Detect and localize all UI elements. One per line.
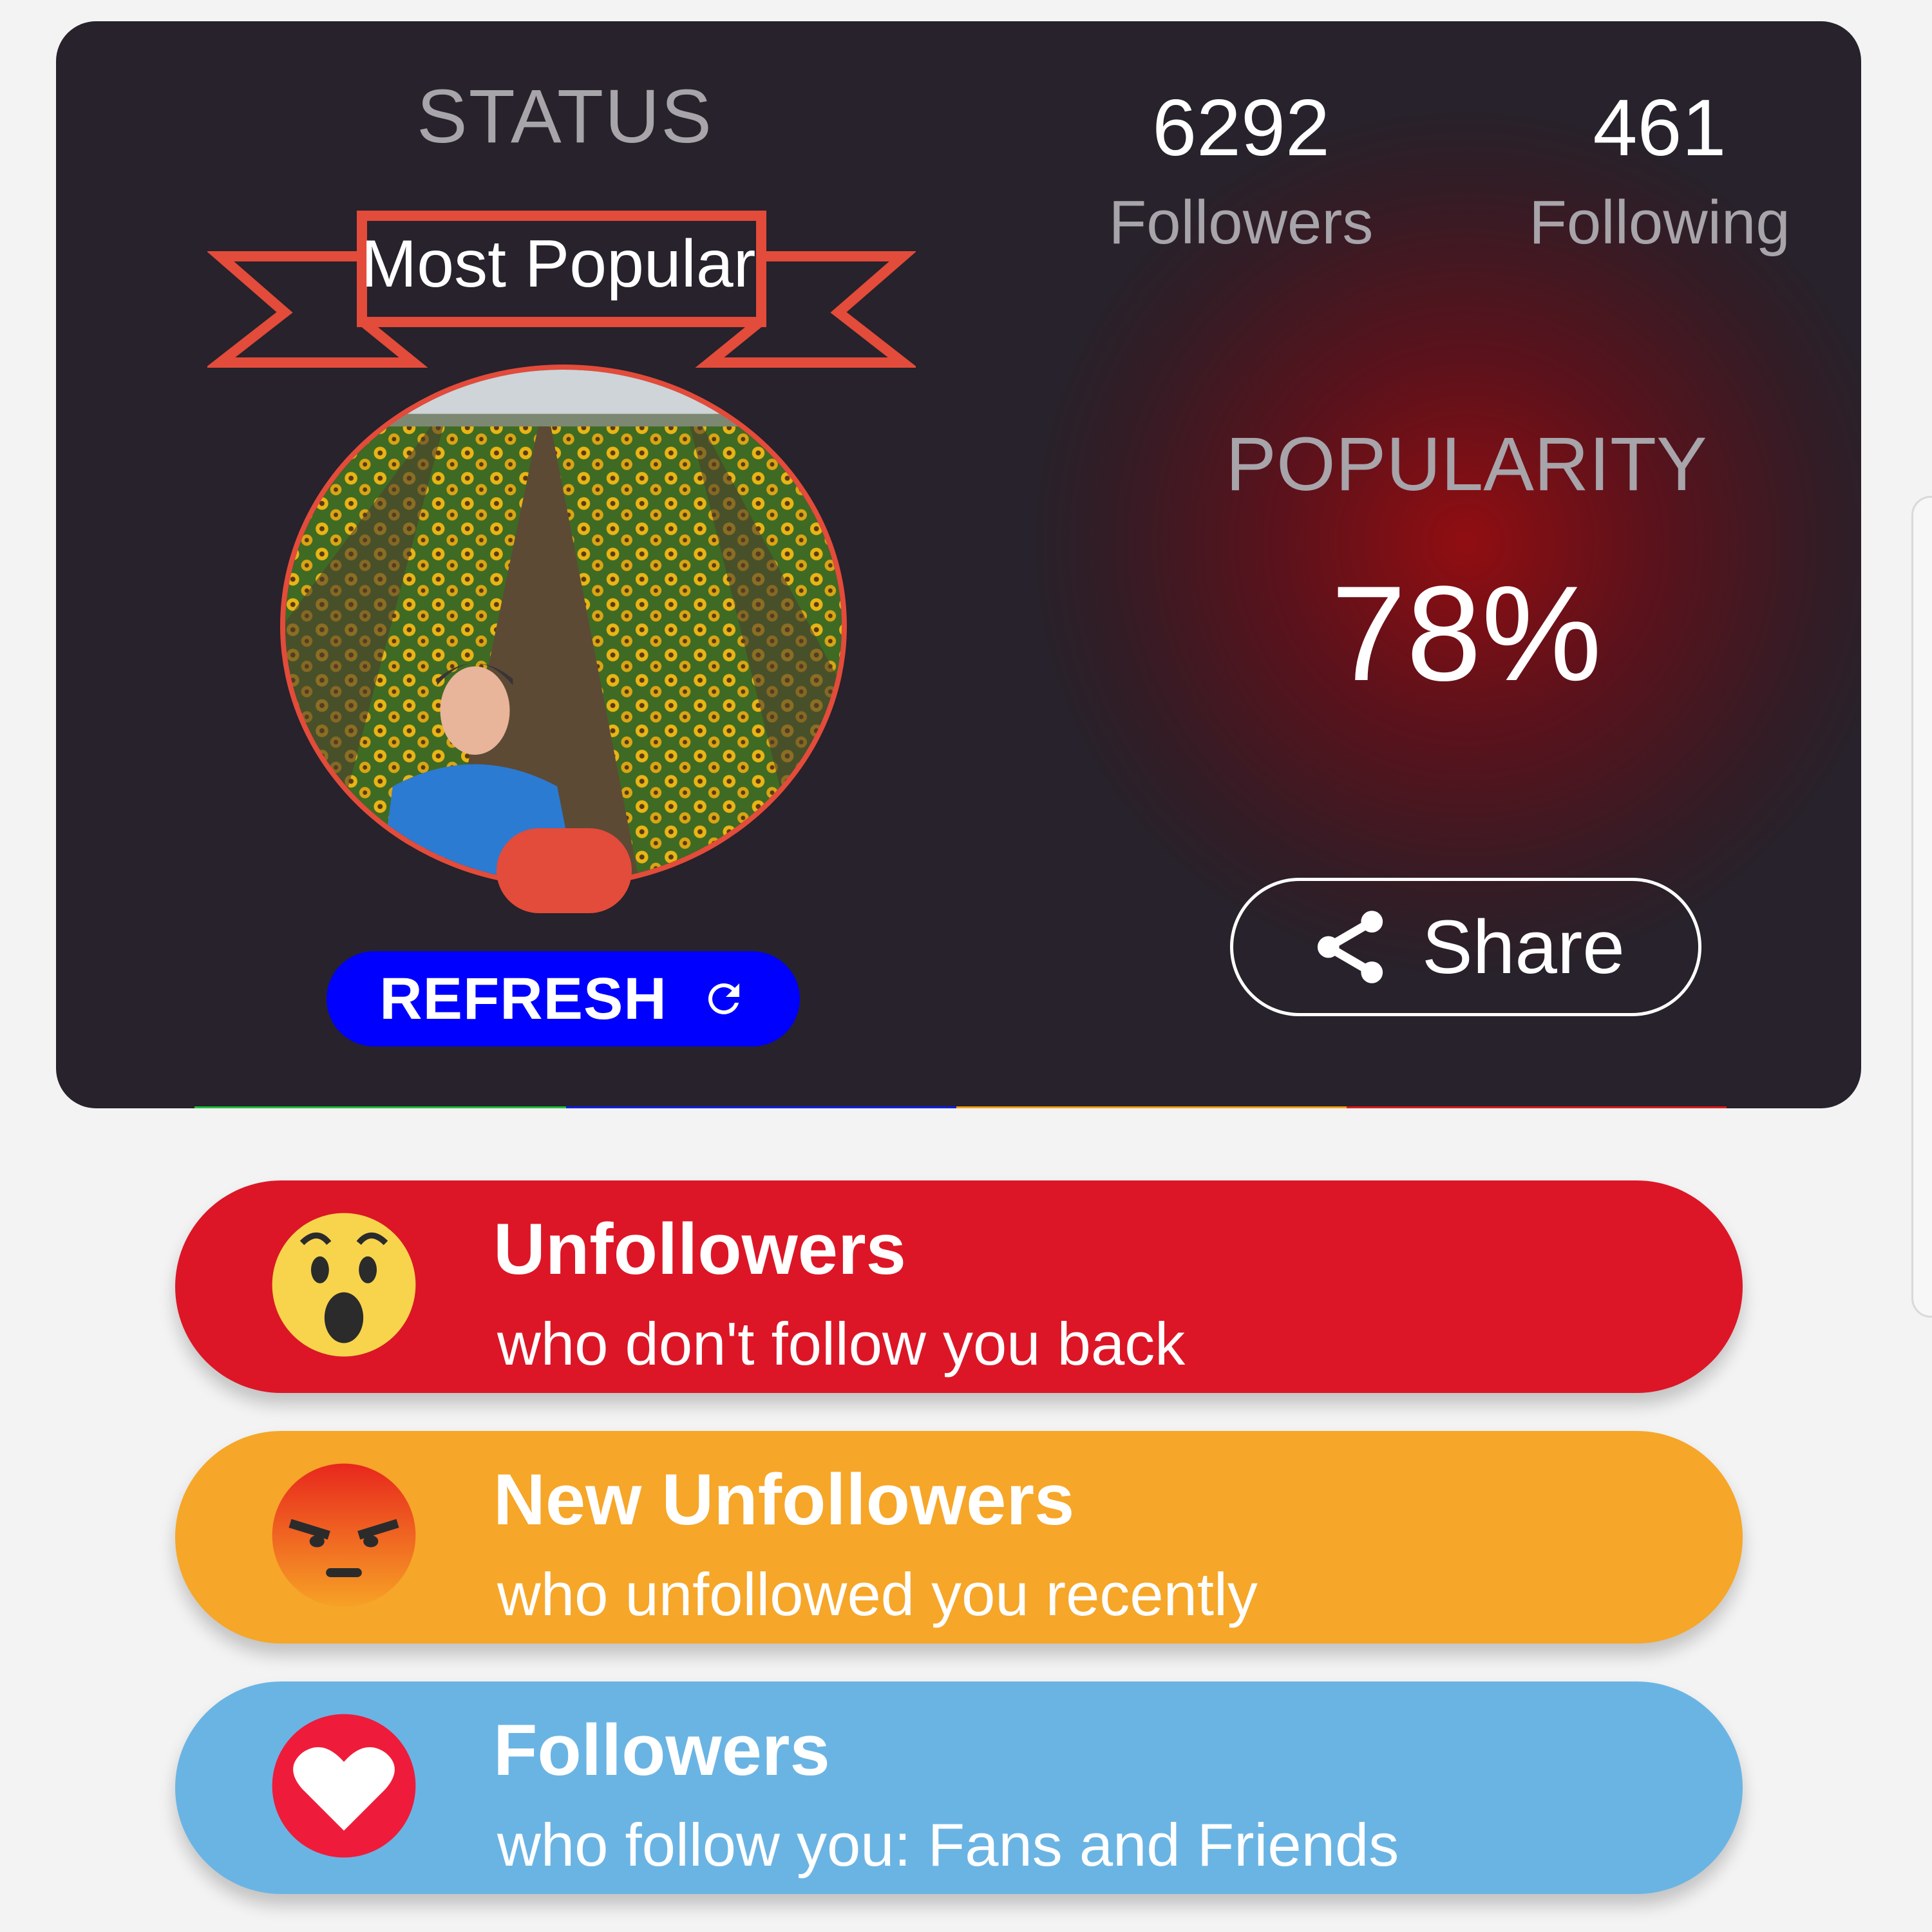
share-label: Share — [1422, 904, 1625, 990]
avatar-tag — [497, 828, 632, 913]
surprised-face-icon — [272, 1213, 416, 1357]
refresh-button[interactable]: REFRESH — [327, 951, 800, 1046]
menu-item-new-unfollowers[interactable]: New Unfollowers who unfollowed you recen… — [175, 1431, 1743, 1643]
profile-photo — [285, 370, 842, 882]
status-title: STATUS — [417, 74, 713, 159]
bar-segment-green — [194, 1106, 566, 1108]
bar-segment-red — [1347, 1106, 1727, 1108]
followers-label[interactable]: Followers — [1009, 187, 1473, 258]
menu-title: Unfollowers — [493, 1209, 906, 1289]
menu-title: Followers — [493, 1710, 830, 1790]
popularity-title: POPULARITY — [1226, 422, 1707, 507]
status-badge: Most Popular — [361, 227, 756, 301]
avatar[interactable] — [280, 365, 847, 887]
following-label[interactable]: Following — [1460, 187, 1859, 258]
heart-icon — [272, 1714, 416, 1858]
scroll-handle[interactable] — [1911, 496, 1932, 1318]
refresh-icon — [708, 983, 739, 1014]
menu-item-unfollowers[interactable]: Unfollowers who don't follow you back — [175, 1180, 1743, 1393]
menu-subtitle: who unfollowed you recently — [497, 1560, 1258, 1628]
bar-segment-orange — [956, 1106, 1347, 1108]
menu-item-followers[interactable]: Followers who follow you: Fans and Frien… — [175, 1681, 1743, 1894]
bar-segment-blue — [566, 1106, 956, 1108]
share-icon — [1317, 911, 1383, 983]
angry-face-icon — [272, 1463, 416, 1607]
menu-subtitle: who follow you: Fans and Friends — [497, 1811, 1399, 1879]
followers-count[interactable]: 6292 — [1009, 82, 1473, 174]
share-button[interactable]: Share — [1230, 878, 1701, 1016]
popularity-value: 78% — [1331, 558, 1602, 709]
menu-subtitle: who don't follow you back — [497, 1310, 1186, 1378]
status-card: STATUS Most Popular REFRESH 6292 Followe… — [56, 21, 1861, 1108]
following-count[interactable]: 461 — [1460, 82, 1859, 174]
refresh-label: REFRESH — [379, 965, 667, 1032]
menu-title: New Unfollowers — [493, 1459, 1075, 1540]
